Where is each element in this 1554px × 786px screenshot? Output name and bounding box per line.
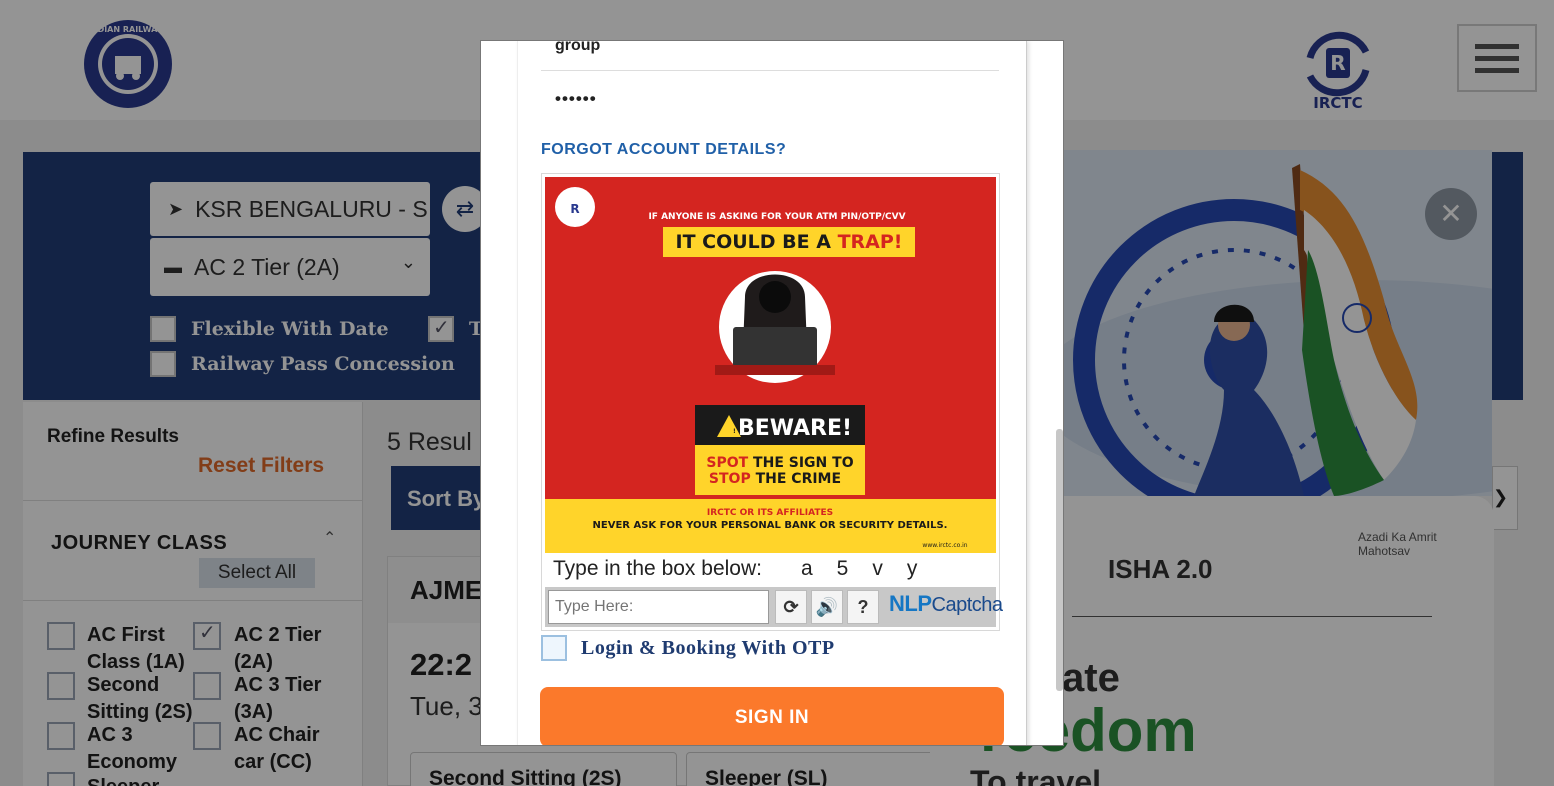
- svg-text:STOP THE CRIME: STOP THE CRIME: [709, 471, 841, 487]
- otp-login-label: Login & Booking With OTP: [581, 637, 835, 659]
- svg-text:NEVER ASK FOR YOUR PERSONAL BA: NEVER ASK FOR YOUR PERSONAL BANK OR SECU…: [593, 520, 948, 531]
- audio-captcha-button[interactable]: 🔊: [811, 590, 843, 624]
- svg-text:IF ANYONE IS ASKING FOR YOUR A: IF ANYONE IS ASKING FOR YOUR ATM PIN/OTP…: [648, 212, 905, 222]
- sign-in-button[interactable]: SIGN IN: [540, 687, 1004, 745]
- svg-text:IT COULD BE A TRAP!: IT COULD BE A TRAP!: [676, 231, 903, 253]
- refresh-icon: ⟳: [783, 596, 799, 617]
- svg-text:!: !: [733, 428, 736, 435]
- question-icon: ?: [857, 596, 869, 617]
- refresh-captcha-button[interactable]: ⟳: [775, 590, 807, 624]
- captcha-help-button[interactable]: ?: [847, 590, 879, 624]
- username-input[interactable]: group: [541, 40, 999, 71]
- password-input[interactable]: ••••••: [541, 79, 999, 121]
- svg-text:SPOT THE SIGN TO: SPOT THE SIGN TO: [706, 455, 853, 471]
- security-ad-image: R IF ANYONE IS ASKING FOR YOUR ATM PIN/O…: [545, 177, 996, 553]
- svg-text:www.irctc.co.in: www.irctc.co.in: [922, 542, 967, 549]
- svg-text:R: R: [570, 202, 579, 216]
- svg-text:BEWARE!: BEWARE!: [738, 416, 852, 441]
- svg-text:IRCTC OR ITS AFFILIATES: IRCTC OR ITS AFFILIATES: [707, 508, 833, 518]
- password-value: ••••••: [555, 89, 597, 108]
- nlp-brand-b: Captcha: [931, 594, 1004, 616]
- modal-scrollbar[interactable]: [1056, 429, 1063, 691]
- nlp-brand-a: NLP: [889, 591, 932, 616]
- forgot-account-link[interactable]: FORGOT ACCOUNT DETAILS?: [541, 141, 786, 159]
- login-modal: group •••••• FORGOT ACCOUNT DETAILS? R I…: [480, 40, 1064, 746]
- speaker-icon: 🔊: [815, 596, 839, 617]
- username-value: group: [555, 40, 601, 54]
- captcha-input[interactable]: [548, 590, 769, 624]
- otp-login-checkbox[interactable]: [541, 635, 567, 661]
- captcha-code: a5vy: [801, 557, 942, 580]
- captcha-prompt: Type in the box below:: [553, 557, 762, 580]
- beware-poster: R IF ANYONE IS ASKING FOR YOUR ATM PIN/O…: [545, 177, 996, 553]
- nlp-captcha-logo: NLPCaptcha: [889, 591, 1003, 617]
